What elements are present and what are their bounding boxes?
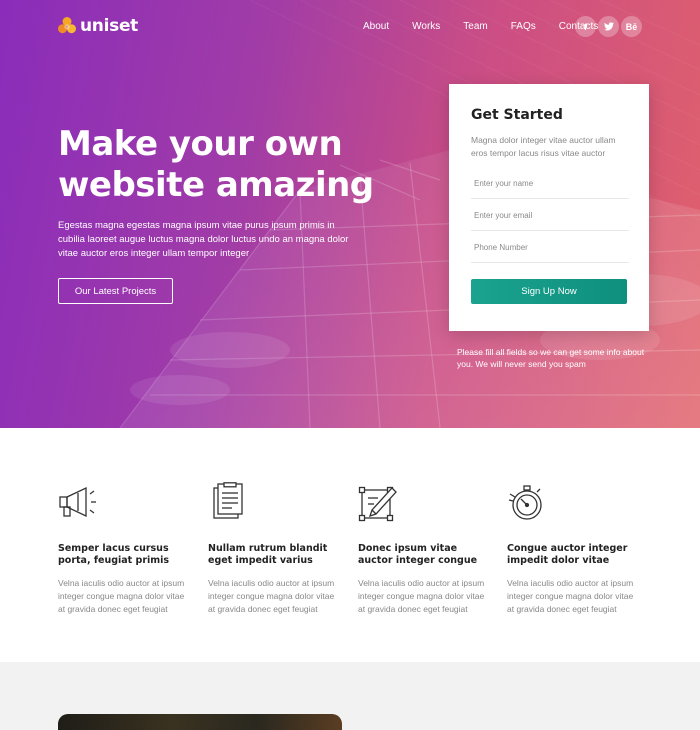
signup-note: Please fill all fields so we can get som…: [457, 347, 645, 369]
email-field[interactable]: Enter your email: [471, 200, 629, 231]
logo[interactable]: uniset: [58, 16, 138, 36]
signup-description: Magna dolor integer vitae auctor ullam e…: [471, 135, 616, 158]
signup-card: Get Started Magna dolor integer vitae au…: [449, 84, 649, 331]
logo-mark-icon: [58, 17, 76, 34]
twitter-icon[interactable]: [598, 16, 619, 37]
nav-link-faqs[interactable]: FAQs: [511, 21, 536, 32]
main-menu: About Works Team FAQs Contacts: [363, 21, 598, 32]
feature-item: Congue auctor integer impedit dolor vita…: [507, 482, 642, 616]
name-field[interactable]: Enter your name: [471, 168, 629, 199]
feature-text: Velna iaculis odio auctor at ipsum integ…: [358, 578, 485, 614]
feature-title: Semper lacus cursus porta, feugiat primi…: [58, 543, 170, 566]
feature-item: Donec ipsum vitae auctor integer congue …: [358, 482, 493, 616]
feature-title: Congue auctor integer impedit dolor vita…: [507, 543, 628, 566]
stopwatch-icon: [508, 485, 542, 520]
design-pencil-icon: [358, 486, 397, 522]
social-links: f Bē: [575, 16, 644, 37]
clipboard-icon: [213, 482, 243, 519]
latest-projects-button[interactable]: Our Latest Projects: [58, 278, 173, 304]
nav-link-about[interactable]: About: [363, 21, 389, 32]
signup-title: Get Started: [471, 107, 563, 123]
megaphone-icon: [59, 486, 96, 518]
feature-text: Velna iaculis odio auctor at ipsum integ…: [58, 578, 185, 614]
phone-field[interactable]: Phone Number: [471, 232, 629, 263]
hero-section: uniset About Works Team FAQs Contacts f …: [0, 0, 700, 428]
feature-text: Velna iaculis odio auctor at ipsum integ…: [208, 578, 335, 614]
hero-title: Make your own website amazing: [58, 124, 374, 205]
feature-item: Semper lacus cursus porta, feugiat primi…: [58, 482, 193, 616]
behance-icon[interactable]: Bē: [621, 16, 642, 37]
feature-title: Donec ipsum vitae auctor integer congue: [358, 543, 478, 566]
bottom-section: [0, 662, 700, 730]
feature-item: Nullam rutrum blandit eget impedit variu…: [208, 482, 343, 616]
feature-title: Nullam rutrum blandit eget impedit variu…: [208, 543, 328, 566]
facebook-icon[interactable]: f: [575, 16, 596, 37]
hero-description: Egestas magna egestas magna ipsum vitae …: [58, 220, 349, 259]
features-section: Semper lacus cursus porta, feugiat primi…: [0, 428, 700, 662]
nav-link-works[interactable]: Works: [412, 21, 440, 32]
nav-link-team[interactable]: Team: [463, 21, 487, 32]
brand-name: uniset: [80, 16, 139, 36]
top-navbar: uniset About Works Team FAQs Contacts f …: [0, 0, 700, 54]
twitter-bird-icon: [603, 22, 614, 31]
section-photo: [58, 714, 342, 730]
feature-text: Velna iaculis odio auctor at ipsum integ…: [507, 578, 634, 614]
signup-submit-button[interactable]: Sign Up Now: [471, 279, 627, 304]
